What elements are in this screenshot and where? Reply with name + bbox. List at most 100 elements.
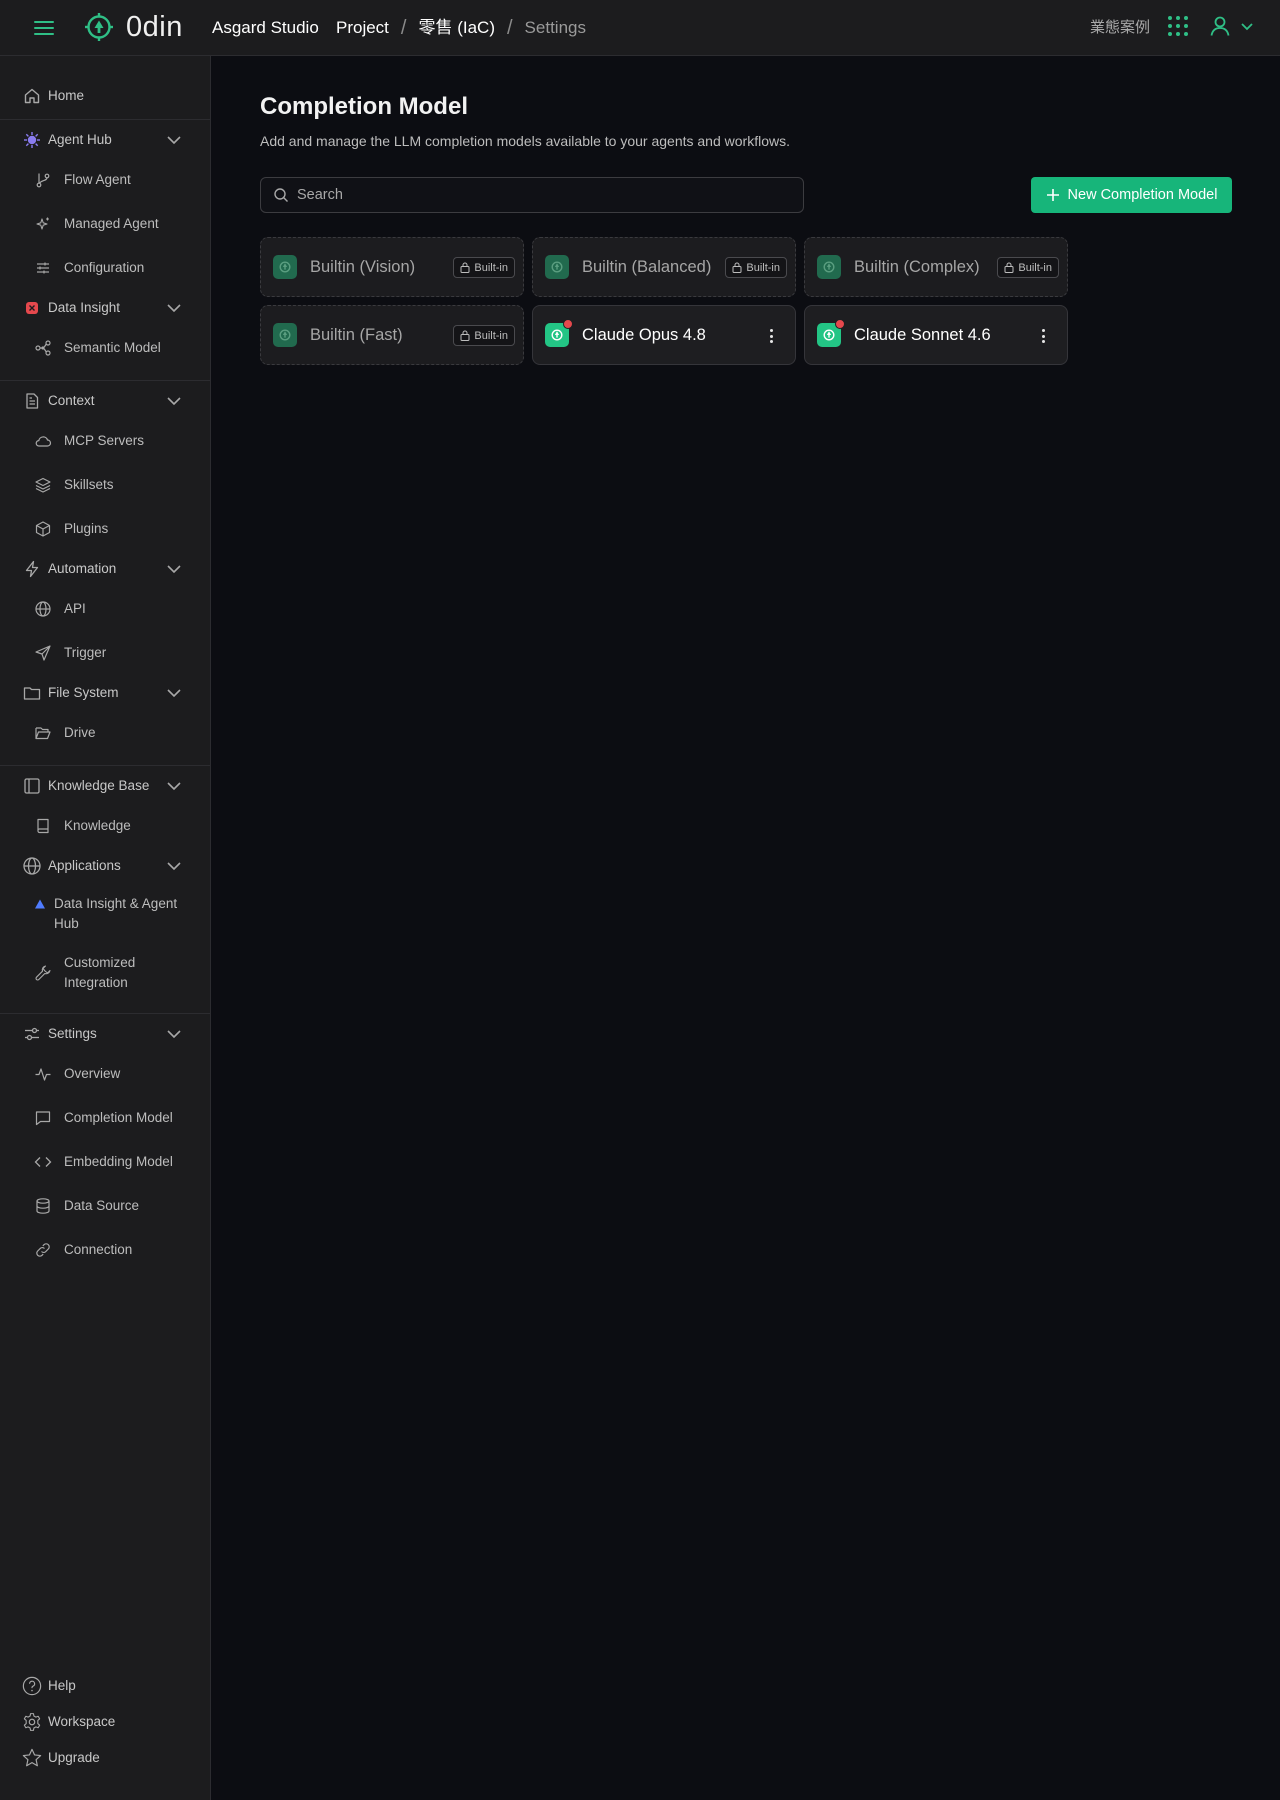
sidebar-item-label: Trigger	[64, 645, 107, 660]
sidebar-group-label: Knowledge Base	[48, 778, 150, 793]
more-options-icon[interactable]	[1035, 326, 1051, 346]
code-icon	[34, 1153, 52, 1171]
sidebar-item-label: Managed Agent	[64, 216, 159, 231]
model-card-builtin-fast[interactable]: Builtin (Fast) Built-in	[260, 305, 524, 365]
sidebar-item-label: API	[64, 601, 86, 616]
more-options-icon[interactable]	[763, 326, 779, 346]
model-card-builtin-balanced[interactable]: Builtin (Balanced) Built-in	[532, 237, 796, 297]
sidebar-item-skillsets[interactable]: Skillsets	[0, 475, 210, 495]
globe-icon	[34, 600, 52, 618]
sidebar-item-upgrade[interactable]: Upgrade	[0, 1748, 210, 1768]
sidebar-group-context[interactable]: Context	[0, 391, 210, 411]
sidebar-item-managed-agent[interactable]: Managed Agent	[0, 214, 210, 234]
sidebar-item-data-source[interactable]: Data Source	[0, 1196, 210, 1216]
sliders-icon	[34, 259, 52, 277]
agent-hub-icon	[22, 130, 42, 150]
document-icon	[22, 391, 42, 411]
chevron-down-icon[interactable]	[166, 301, 182, 315]
notebook-icon	[34, 817, 52, 835]
sidebar-item-label: Completion Model	[64, 1110, 173, 1125]
chevron-down-icon[interactable]	[166, 562, 182, 576]
model-card-claude-opus[interactable]: Claude Opus 4.8	[532, 305, 796, 365]
sidebar-item-data-insight-agent-hub[interactable]: Data Insight & Agent Hub	[0, 894, 210, 934]
chevron-down-icon[interactable]	[166, 1027, 182, 1041]
settings-sliders-icon	[22, 1024, 42, 1044]
folder-open-icon	[34, 724, 52, 742]
sidebar-item-help[interactable]: Help	[0, 1676, 210, 1696]
sidebar-group-data-insight[interactable]: Data Insight	[0, 298, 210, 318]
sidebar-group-automation[interactable]: Automation	[0, 559, 210, 579]
model-card-builtin-vision[interactable]: Builtin (Vision) Built-in	[260, 237, 524, 297]
sidebar-item-customized-integration[interactable]: Customized Integration	[0, 953, 210, 993]
sidebar-divider	[0, 119, 210, 120]
lock-icon	[1004, 262, 1014, 273]
sidebar-group-settings[interactable]: Settings	[0, 1024, 210, 1044]
cloud-icon	[34, 432, 52, 450]
sidebar-item-home[interactable]: Home	[0, 86, 210, 106]
main-content: Completion Model Add and manage the LLM …	[212, 56, 1280, 1800]
built-in-badge-label: Built-in	[474, 261, 508, 274]
user-menu[interactable]	[1208, 14, 1256, 38]
model-card-claude-sonnet[interactable]: Claude Sonnet 4.6	[804, 305, 1068, 365]
user-icon	[1210, 16, 1230, 36]
sidebar-item-label: Upgrade	[48, 1750, 100, 1765]
chevron-down-icon[interactable]	[166, 859, 182, 873]
breadcrumb-project[interactable]: Project	[336, 17, 389, 39]
sidebar-item-flow-agent[interactable]: Flow Agent	[0, 170, 210, 190]
apps-grid-icon[interactable]	[1168, 16, 1188, 36]
sidebar-group-file-system[interactable]: File System	[0, 683, 210, 703]
sidebar-group-label: Agent Hub	[48, 132, 112, 147]
data-insight-icon	[22, 298, 42, 318]
sidebar-item-completion-model[interactable]: Completion Model	[0, 1108, 210, 1128]
menu-icon[interactable]	[32, 17, 56, 39]
sidebar-item-knowledge[interactable]: Knowledge	[0, 816, 210, 836]
sidebar-group-agent-hub[interactable]: Agent Hub	[0, 130, 210, 150]
sidebar-divider	[0, 380, 210, 381]
sidebar-group-applications[interactable]: Applications	[0, 856, 210, 876]
sidebar-group-label: Data Insight	[48, 300, 121, 315]
activity-icon	[34, 1065, 52, 1083]
business-cases-link[interactable]: 業態案例	[1090, 16, 1150, 37]
app-logo[interactable]: 0din	[84, 12, 183, 42]
sidebar-item-label: Data Source	[64, 1198, 140, 1213]
model-name: Builtin (Fast)	[310, 326, 403, 344]
sidebar-item-label: Configuration	[64, 260, 145, 275]
chevron-down-icon	[1241, 23, 1253, 31]
model-logo-icon	[817, 255, 841, 279]
sidebar-item-trigger[interactable]: Trigger	[0, 643, 210, 663]
chevron-down-icon[interactable]	[166, 686, 182, 700]
triangle-app-icon	[34, 895, 46, 913]
sidebar-item-workspace[interactable]: Workspace	[0, 1712, 210, 1732]
graph-nodes-icon	[34, 339, 52, 357]
sidebar-item-semantic-model[interactable]: Semantic Model	[0, 338, 210, 358]
sidebar-item-label: Data Insight & Agent Hub	[54, 894, 177, 934]
sidebar-item-overview[interactable]: Overview	[0, 1064, 210, 1084]
search-input[interactable]	[297, 187, 777, 203]
sidebar-item-embedding-model[interactable]: Embedding Model	[0, 1152, 210, 1172]
sidebar-item-label: Embedding Model	[64, 1154, 173, 1169]
model-name: Builtin (Balanced)	[582, 258, 712, 276]
sidebar-item-label: Home	[48, 88, 85, 103]
breadcrumb-workspace[interactable]: 零售 (IaC)	[418, 17, 495, 39]
sidebar-group-label: Context	[48, 393, 95, 408]
search-box[interactable]	[260, 177, 804, 213]
chevron-down-icon[interactable]	[166, 133, 182, 147]
layers-icon	[34, 476, 52, 494]
sidebar-item-label: Customized Integration	[64, 953, 135, 993]
chevron-down-icon[interactable]	[166, 394, 182, 408]
sidebar-item-plugins[interactable]: Plugins	[0, 519, 210, 539]
sidebar-item-configuration[interactable]: Configuration	[0, 258, 210, 278]
sidebar-item-api[interactable]: API	[0, 599, 210, 619]
sidebar-group-knowledge-base[interactable]: Knowledge Base	[0, 776, 210, 796]
org-name[interactable]: Asgard Studio	[212, 17, 319, 39]
sidebar-item-drive[interactable]: Drive	[0, 723, 210, 743]
chevron-down-icon[interactable]	[166, 779, 182, 793]
sidebar: Home Agent Hub Flow Agent Managed Agent …	[0, 56, 211, 1800]
new-completion-model-button[interactable]: New Completion Model	[1031, 177, 1232, 213]
model-card-builtin-complex[interactable]: Builtin (Complex) Built-in	[804, 237, 1068, 297]
alert-dot	[563, 319, 573, 329]
sidebar-item-mcp-servers[interactable]: MCP Servers	[0, 431, 210, 451]
sidebar-item-connection[interactable]: Connection	[0, 1240, 210, 1260]
model-name: Claude Sonnet 4.6	[854, 326, 991, 344]
sidebar-item-label-line1: Customized	[64, 955, 136, 970]
